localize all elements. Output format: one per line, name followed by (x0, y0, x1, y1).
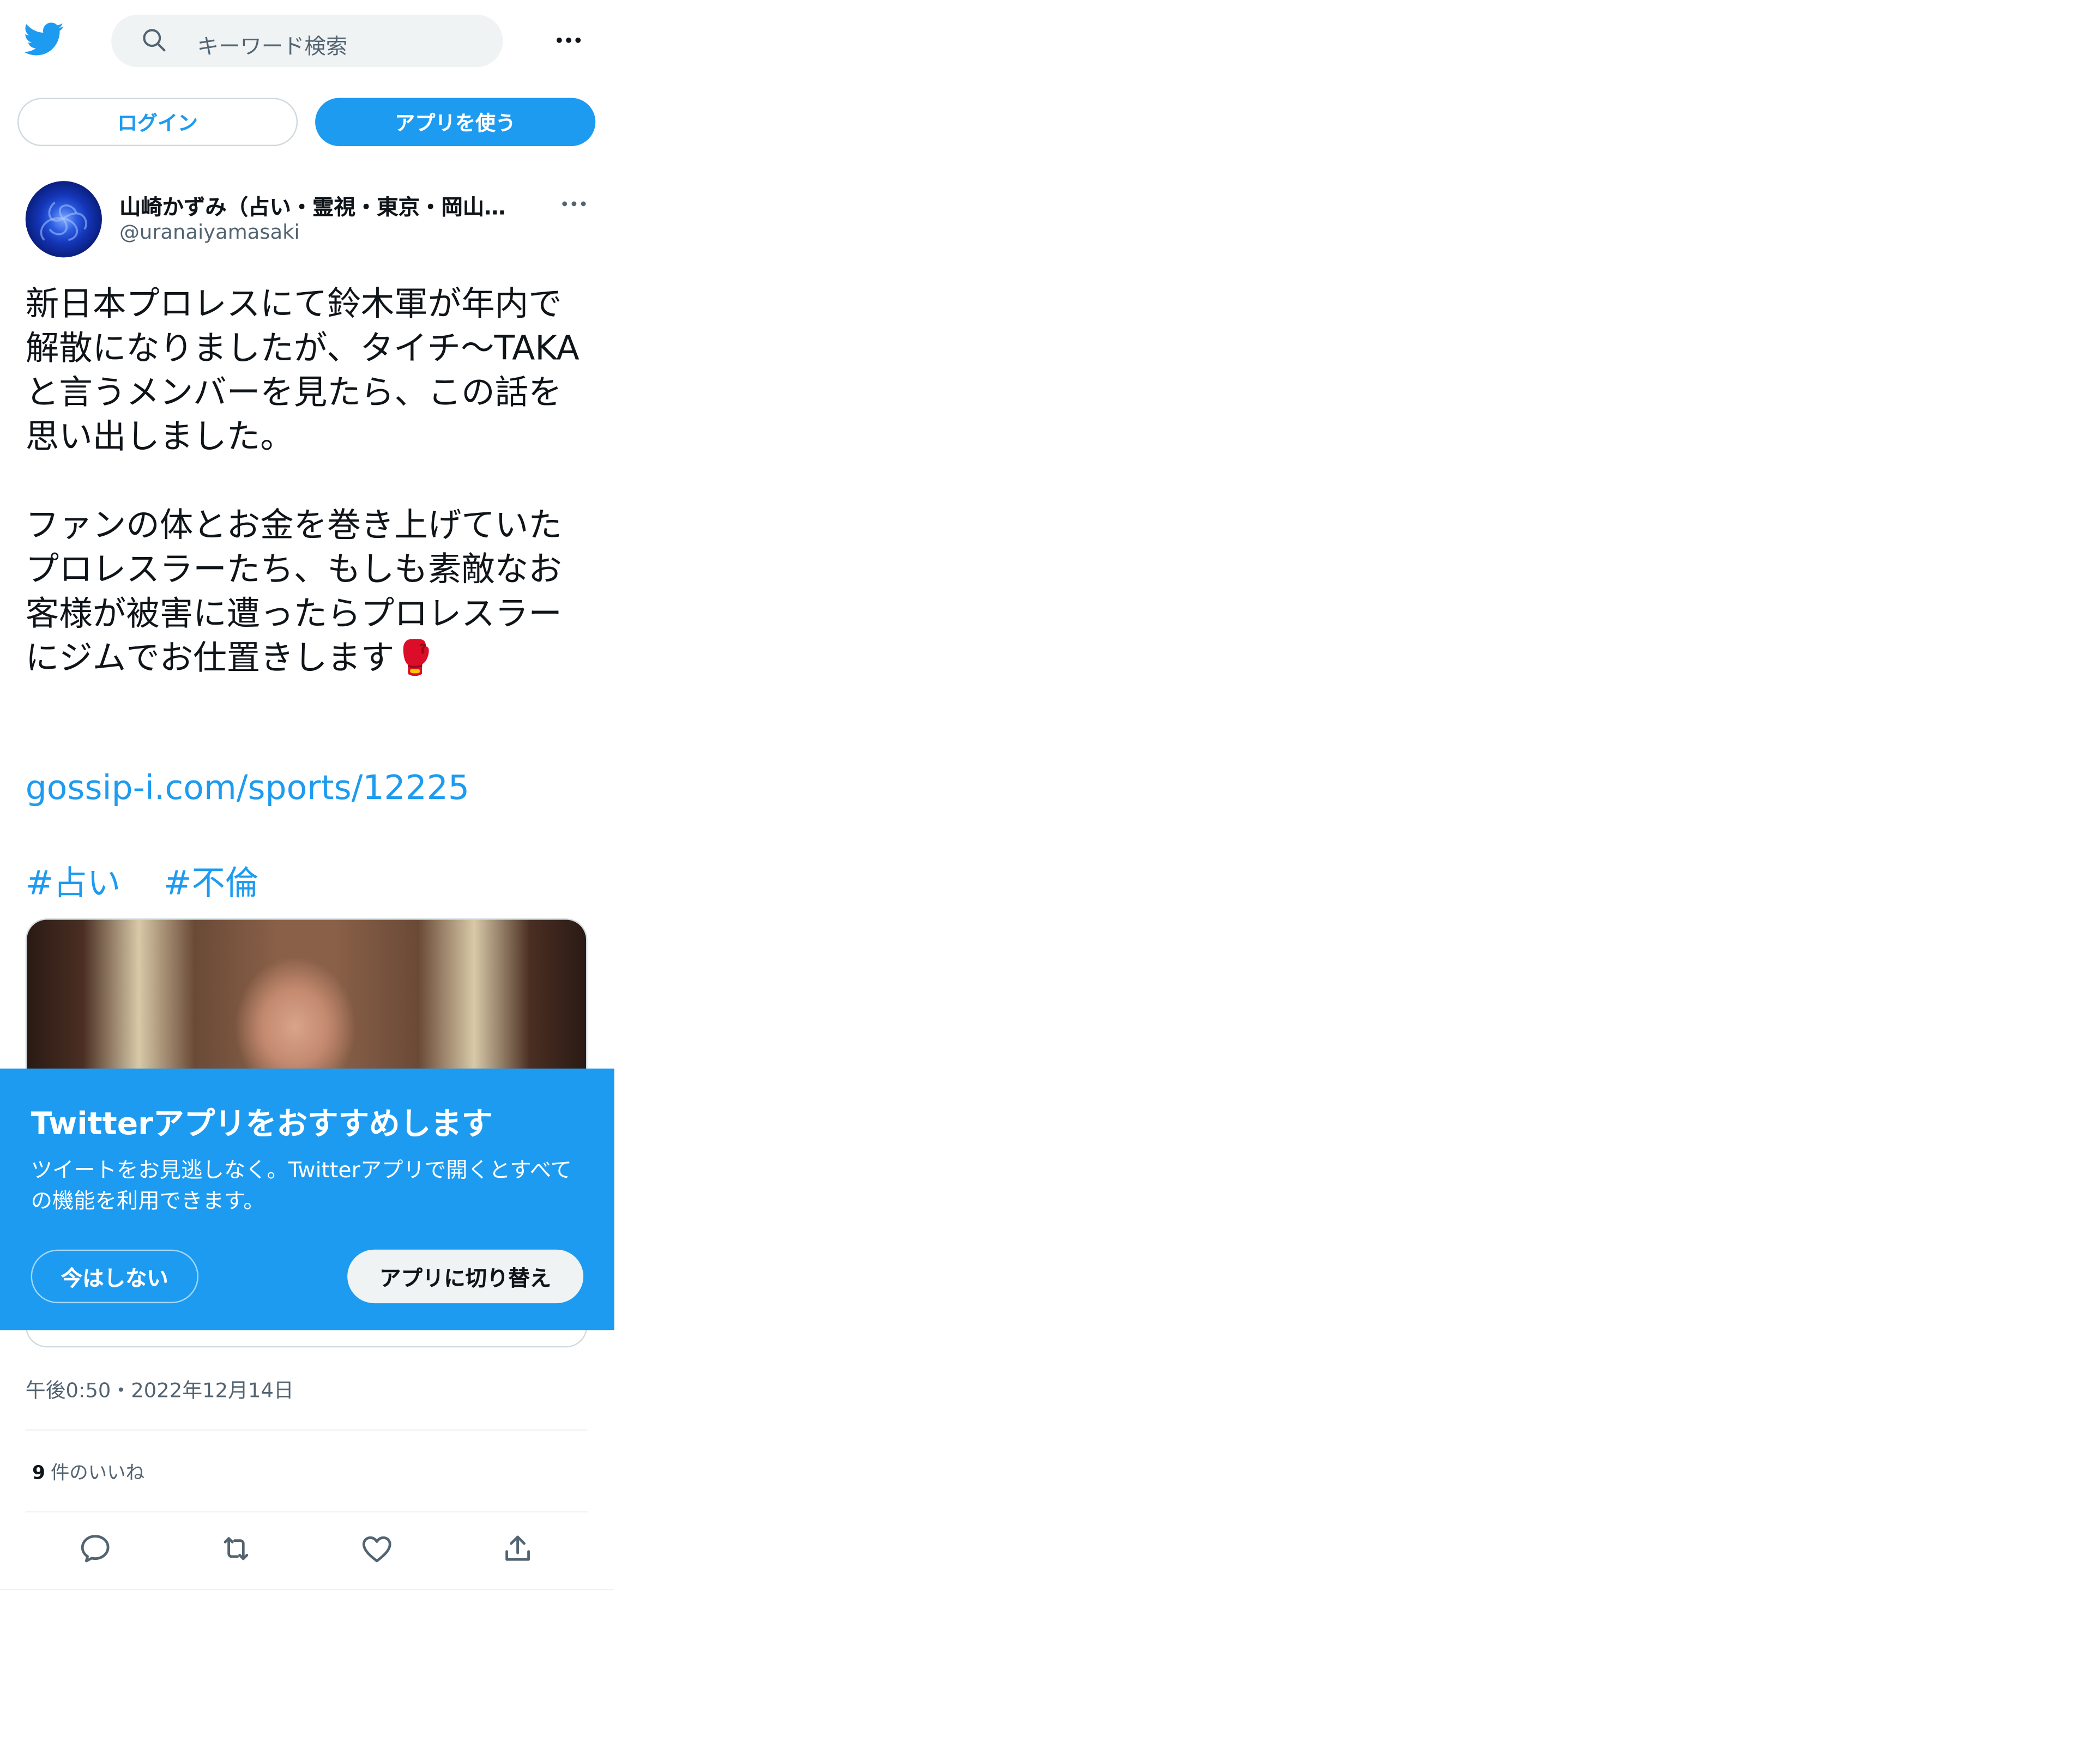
banner-body: ツイートをお見逃しなく。Twitterアプリで開くとすべての機能を利用できます。 (31, 1157, 572, 1214)
divider (25, 1511, 588, 1512)
reply-icon[interactable] (78, 1531, 113, 1566)
divider (25, 1429, 588, 1431)
tweet-timestamp[interactable]: 午後0:50・2022年12月14日 (26, 1376, 294, 1404)
hashtag-link[interactable]: #占い (26, 863, 121, 902)
like-icon[interactable] (359, 1531, 394, 1566)
banner-title: Twitterアプリをおすすめします (31, 1107, 493, 1142)
more-icon[interactable] (553, 24, 585, 56)
switch-to-app-button[interactable]: アプリに切り替え (347, 1249, 584, 1304)
share-icon[interactable] (500, 1531, 535, 1566)
author-name[interactable]: 山崎かずみ（占い・霊視・東京・岡山… (119, 189, 535, 221)
tweet-column: キーワード検索 ログイン アプリを使う 山崎かずみ（占い・霊視・東京・岡山… @… (0, 0, 614, 1590)
tweet-more-icon[interactable] (558, 187, 590, 220)
media-image (27, 919, 587, 1074)
retweet-icon[interactable] (219, 1531, 254, 1566)
not-now-button[interactable]: 今はしない (31, 1249, 199, 1304)
tweet-text: 新日本プロレスにて鈴木軍が年内で解散になりましたが、タイチ〜TAKAと言うメンバ… (25, 284, 580, 677)
hashtag-link[interactable]: #不倫 (164, 863, 259, 902)
avatar[interactable] (25, 181, 102, 258)
login-button[interactable]: ログイン (17, 98, 298, 147)
likes-stat[interactable]: 9 件のいいね (32, 1458, 144, 1485)
tweet-link[interactable]: gossip-i.com/sports/12225 (26, 768, 469, 807)
page-viewport: キーワード検索 ログイン アプリを使う 山崎かずみ（占い・霊視・東京・岡山… @… (0, 0, 2100, 1743)
likes-count: 9 (32, 1462, 46, 1485)
search-placeholder: キーワード検索 (197, 33, 348, 59)
twitter-logo-icon[interactable] (23, 19, 64, 59)
author-handle[interactable]: @uranaiyamasaki (119, 220, 300, 244)
hashtag-list: #占い #不倫 (26, 857, 291, 905)
search-bar[interactable]: キーワード検索 (111, 15, 503, 68)
likes-label: 件のいいね (50, 1462, 145, 1485)
search-icon (141, 27, 167, 53)
use-app-button[interactable]: アプリを使う (315, 98, 596, 147)
app-promo-banner: Twitterアプリをおすすめします ツイートをお見逃しなく。Twitterアプ… (0, 1068, 614, 1330)
